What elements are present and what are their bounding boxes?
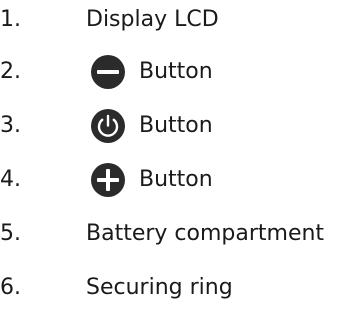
legend-item-minus-button: 2. Button: [0, 52, 358, 92]
legend-item-battery-compartment: 5. Battery compartment: [0, 214, 358, 254]
item-number: 2.: [0, 59, 21, 84]
item-number: 1.: [0, 7, 21, 32]
legend-item-plus-button: 4. Button: [0, 160, 358, 200]
minus-circle-icon: [90, 54, 126, 90]
item-label: Battery compartment: [86, 221, 325, 246]
legend-item-securing-ring: 6. Securing ring: [0, 268, 358, 308]
item-label: Display LCD: [86, 7, 219, 32]
item-number: 3.: [0, 113, 21, 138]
legend-item-display-lcd: 1. Display LCD: [0, 0, 358, 40]
plus-circle-icon: [90, 162, 126, 198]
legend-item-power-button: 3. Button: [0, 106, 358, 146]
item-label: Securing ring: [86, 275, 233, 300]
power-circle-icon: [90, 108, 126, 144]
item-number: 6.: [0, 275, 21, 300]
item-number: 5.: [0, 221, 21, 246]
item-label: Button: [139, 167, 213, 192]
item-label: Button: [139, 113, 213, 138]
item-number: 4.: [0, 167, 21, 192]
item-label: Button: [139, 59, 213, 84]
parts-legend-list: 1. Display LCD 2. Button 3. Button 4. Bu…: [0, 0, 358, 318]
